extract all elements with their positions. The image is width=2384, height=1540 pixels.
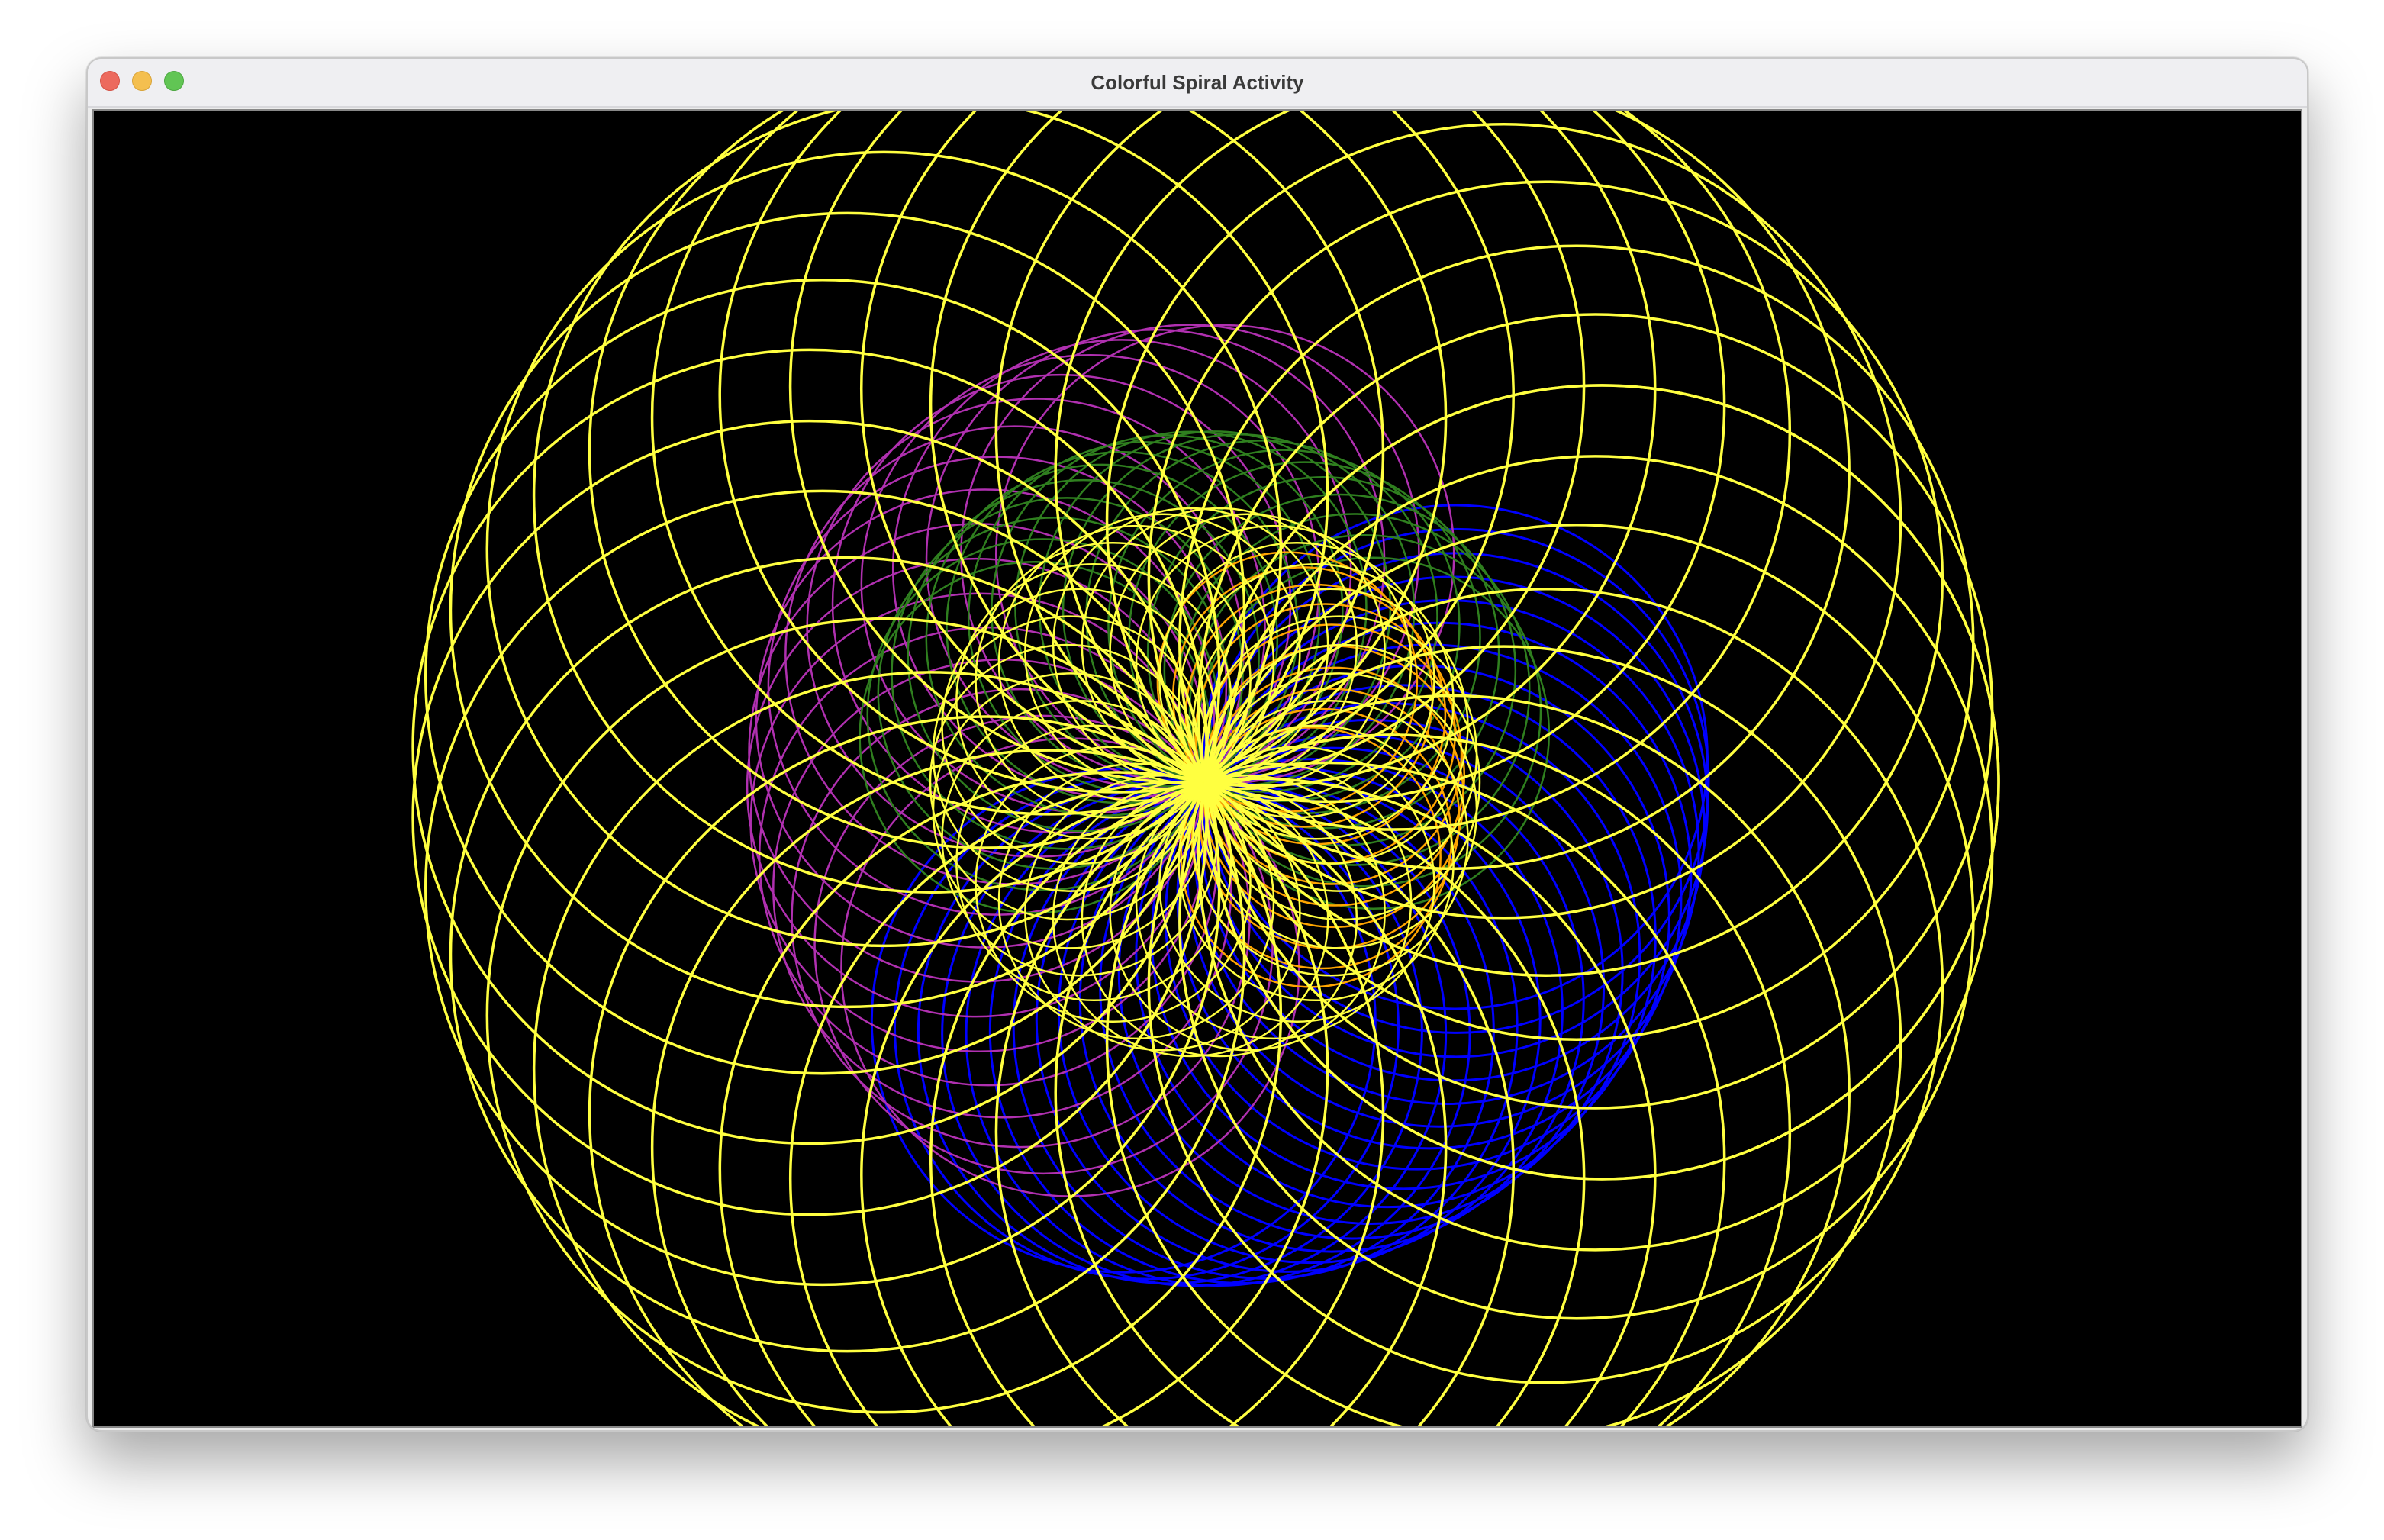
window-title: Colorful Spiral Activity xyxy=(1091,70,1304,94)
yellow-circle xyxy=(1197,455,1994,1252)
spiral-drawing xyxy=(411,111,2000,1426)
purple-spiral xyxy=(746,324,1455,1197)
app-window: Colorful Spiral Activity xyxy=(86,57,2308,1432)
drawing-canvas[interactable] xyxy=(92,109,2302,1428)
title-bar[interactable]: Colorful Spiral Activity xyxy=(88,59,2307,108)
yellow-circle xyxy=(1197,313,1994,1110)
window-controls xyxy=(100,71,184,91)
maximize-icon[interactable] xyxy=(164,71,184,91)
close-icon[interactable] xyxy=(100,71,120,91)
minimize-icon[interactable] xyxy=(132,71,152,91)
